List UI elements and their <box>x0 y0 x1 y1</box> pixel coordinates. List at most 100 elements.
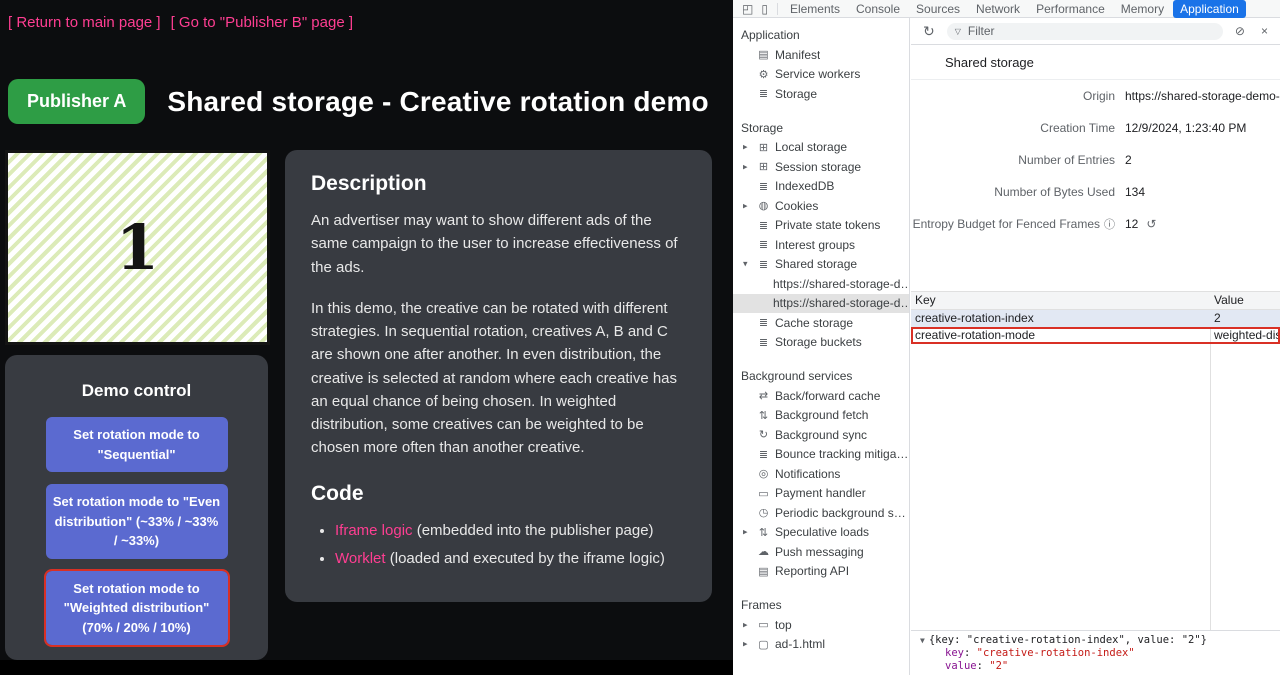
sequential-rotation-button[interactable]: Set rotation mode to "Sequential" <box>46 417 228 472</box>
sidebar-item-manifest[interactable]: ▤Manifest <box>733 45 909 65</box>
field-label: Creation Time <box>1040 121 1115 135</box>
sidebar-item-cache-storage[interactable]: ≣Cache storage <box>733 313 909 333</box>
preview-value-name: value <box>945 660 977 672</box>
chevron-right-icon[interactable]: ▸ <box>743 527 748 538</box>
reset-budget-icon[interactable]: ↺ <box>1146 217 1156 231</box>
sidebar-section-title: Background services <box>733 366 909 386</box>
code-item-text: (loaded and executed by the iframe logic… <box>386 550 665 567</box>
chevron-down-icon[interactable]: ▾ <box>743 259 748 270</box>
preview-key-value: "creative-rotation-index" <box>977 647 1135 659</box>
table-row-creative-rotation-mode[interactable]: creative-rotation-mode weighted-dist <box>911 327 1280 344</box>
filter-funnel-icon: ▽ <box>955 27 961 36</box>
worklet-link[interactable]: Worklet <box>335 550 386 567</box>
publisher-b-page-link[interactable]: [ Go to "Publisher B" page ] <box>171 14 353 31</box>
sidebar-item-push-messaging[interactable]: ☁ Push messaging <box>733 542 909 562</box>
sidebar-section-background-services: Background services⇄Back/forward cache⇅B… <box>733 366 909 581</box>
cell-value: 2 <box>1210 310 1280 327</box>
top-nav: [ Return to main page ] [ Go to "Publish… <box>8 14 353 31</box>
sidebar-item-private-state-tokens[interactable]: ≣Private state tokens <box>733 216 909 236</box>
table-header-row: Key Value <box>911 292 1280 310</box>
sidebar-item-label: Reporting API <box>775 564 849 578</box>
sidebar-section-frames: Frames▸▭top▸▢ad-1.html <box>733 595 909 654</box>
sidebar-item-local-storage[interactable]: ▸⊞Local storage <box>733 138 909 158</box>
rotation-buttons: Set rotation mode to "Sequential" Set ro… <box>5 417 268 645</box>
sidebar-item-reporting-api[interactable]: ▤Reporting API <box>733 562 909 582</box>
sidebar-item-notifications[interactable]: ◎ Notifications <box>733 464 909 484</box>
iframe-logic-link[interactable]: Iframe logic <box>335 522 413 539</box>
description-paragraph-1: An advertiser may want to show different… <box>311 209 686 279</box>
chevron-right-icon[interactable]: ▸ <box>743 142 748 153</box>
sidebar-item-storage-buckets[interactable]: ≣Storage buckets <box>733 333 909 353</box>
cell-value: weighted-dist <box>1210 327 1280 344</box>
chevron-right-icon[interactable]: ▸ <box>743 200 748 211</box>
device-toolbar-icon[interactable]: ▯ <box>757 3 772 15</box>
sidebar-item-back-forward-cache[interactable]: ⇄Back/forward cache <box>733 386 909 406</box>
sidebar-item-label: Periodic background s… <box>775 506 906 520</box>
return-main-page-link[interactable]: [ Return to main page ] <box>8 14 161 31</box>
block-icon[interactable]: ⊘ <box>1231 25 1249 37</box>
publisher-badge: Publisher A <box>8 79 145 124</box>
sidebar-item-top[interactable]: ▸▭top <box>733 615 909 635</box>
tab-performance[interactable]: Performance <box>1029 0 1112 18</box>
sidebar-item-label: Storage buckets <box>775 335 862 349</box>
chevron-right-icon[interactable]: ▸ <box>743 639 748 650</box>
refresh-icon[interactable]: ↻ <box>919 24 939 38</box>
field-value: 2 <box>1125 153 1280 167</box>
sidebar-item-https-shared-storage-d[interactable]: https://shared-storage-d… <box>733 294 909 314</box>
sidebar-item-label: Notifications <box>775 467 840 481</box>
value-column-header[interactable]: Value <box>1210 292 1280 309</box>
frame-icon: ▭ <box>757 618 770 631</box>
tab-network[interactable]: Network <box>969 0 1027 18</box>
filter-box[interactable]: ▽ <box>947 23 1223 40</box>
sidebar-item-ad-1-html[interactable]: ▸▢ad-1.html <box>733 635 909 655</box>
sidebar-item-periodic-background-s[interactable]: ◷Periodic background s… <box>733 503 909 523</box>
info-icon: ⓘ <box>1104 216 1115 232</box>
database-icon: ≣ <box>757 87 770 100</box>
sidebar-item-service-workers[interactable]: ⚙Service workers <box>733 65 909 85</box>
expand-arrow-icon[interactable]: ▼ <box>920 636 925 645</box>
sidebar-item-background-fetch[interactable]: ⇅Background fetch <box>733 406 909 426</box>
sidebar-item-cookies[interactable]: ▸ ◍ Cookies <box>733 196 909 216</box>
close-icon[interactable]: × <box>1257 25 1272 37</box>
sidebar-item-background-sync[interactable]: ↻Background sync <box>733 425 909 445</box>
sidebar-item-speculative-loads[interactable]: ▸⇅Speculative loads <box>733 523 909 543</box>
bell-icon: ◎ <box>757 467 770 480</box>
inspect-icon[interactable]: ◰ <box>738 3 757 15</box>
sidebar-item-indexeddb[interactable]: ≣IndexedDB <box>733 177 909 197</box>
sidebar-item-storage[interactable]: ≣ Storage <box>733 84 909 104</box>
sidebar-item-https-shared-storage-d[interactable]: https://shared-storage-d… <box>733 274 909 294</box>
sidebar-item-label: Storage <box>775 87 817 101</box>
weighted-distribution-button[interactable]: Set rotation mode to "Weighted distribut… <box>46 571 228 646</box>
sidebar-item-label: Push messaging <box>775 545 864 559</box>
tab-memory[interactable]: Memory <box>1114 0 1171 18</box>
sidebar-item-shared-storage[interactable]: ▾≣Shared storage <box>733 255 909 275</box>
database-icon: ≣ <box>757 180 770 193</box>
preview-summary: {key: "creative-rotation-index", value: … <box>929 634 1207 646</box>
filter-input[interactable] <box>966 23 1215 39</box>
field-value: 134 <box>1125 185 1280 199</box>
sidebar-item-session-storage[interactable]: ▸⊞Session storage <box>733 157 909 177</box>
sidebar-item-label: Shared storage <box>775 257 857 271</box>
cloud-icon: ☁ <box>757 545 770 558</box>
sidebar-item-bounce-tracking-mitiga[interactable]: ≣Bounce tracking mitiga… <box>733 445 909 465</box>
sidebar-item-label: Cookies <box>775 199 818 213</box>
even-distribution-button[interactable]: Set rotation mode to "Even distribution"… <box>46 484 228 559</box>
code-item-text: (embedded into the publisher page) <box>413 522 654 539</box>
chevron-right-icon[interactable]: ▸ <box>743 619 748 630</box>
chevron-right-icon[interactable]: ▸ <box>743 161 748 172</box>
sidebar-item-label: Background sync <box>775 428 867 442</box>
tab-application[interactable]: Application <box>1173 0 1246 18</box>
meta-row-number-of-bytes: Number of Bytes Used 134 <box>911 176 1280 208</box>
devtools-sidebar: Application▤Manifest⚙Service workers≣Sto… <box>733 18 910 675</box>
tab-console[interactable]: Console <box>849 0 907 18</box>
table-row-creative-rotation-index[interactable]: creative-rotation-index 2 <box>911 310 1280 327</box>
divider <box>777 3 778 15</box>
cookie-icon: ◍ <box>757 199 770 212</box>
sidebar-item-label: Private state tokens <box>775 218 880 232</box>
key-column-header[interactable]: Key <box>911 292 1210 309</box>
tab-sources[interactable]: Sources <box>909 0 967 18</box>
sidebar-item-payment-handler[interactable]: ▭Payment handler <box>733 484 909 504</box>
tab-elements[interactable]: Elements <box>783 0 847 18</box>
sidebar-item-interest-groups[interactable]: ≣Interest groups <box>733 235 909 255</box>
meta-row-number-of-entries: Number of Entries 2 <box>911 144 1280 176</box>
